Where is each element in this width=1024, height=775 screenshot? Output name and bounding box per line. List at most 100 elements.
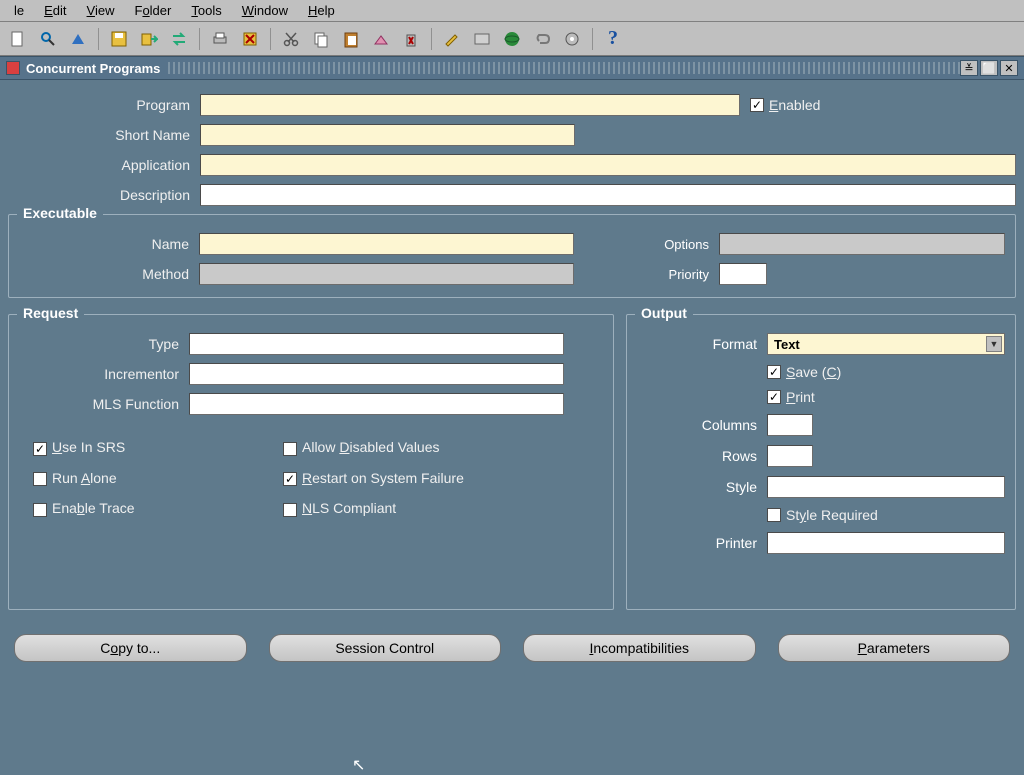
tool-cut-icon[interactable] <box>279 27 303 51</box>
menu-file[interactable]: le <box>4 1 34 20</box>
menu-help[interactable]: Help <box>298 1 345 20</box>
tool-delete-icon[interactable] <box>399 27 423 51</box>
label-nls-compliant[interactable]: NLS Compliant <box>302 500 396 516</box>
group-title-output: Output <box>635 305 693 321</box>
label-out-printer: Printer <box>637 535 767 551</box>
field-req-mls[interactable] <box>189 393 564 415</box>
label-style-required[interactable]: Style Required <box>786 507 878 523</box>
tool-clear-icon[interactable] <box>369 27 393 51</box>
field-columns[interactable] <box>767 414 813 436</box>
toolbar-separator <box>431 28 432 50</box>
checkbox-nls-compliant[interactable] <box>283 503 297 517</box>
label-out-rows: Rows <box>637 448 767 464</box>
label-run-alone[interactable]: Run Alone <box>52 470 117 486</box>
menu-edit[interactable]: Edit <box>34 1 76 20</box>
checkbox-save[interactable] <box>767 365 781 379</box>
field-short-name[interactable] <box>200 124 575 146</box>
toolbar-separator <box>98 28 99 50</box>
label-out-style: Style <box>637 479 767 495</box>
tool-translate-icon[interactable] <box>470 27 494 51</box>
checkbox-style-required[interactable] <box>767 508 781 522</box>
tool-find-icon[interactable] <box>36 27 60 51</box>
tool-paste-icon[interactable] <box>339 27 363 51</box>
window-minimize-icon[interactable]: ≚ <box>960 60 978 76</box>
checkbox-allow-disabled[interactable] <box>283 442 297 456</box>
checkbox-run-alone[interactable] <box>33 472 47 486</box>
menu-view[interactable]: View <box>77 1 125 20</box>
window-close-icon[interactable]: ✕ <box>1000 60 1018 76</box>
menu-folder[interactable]: Folder <box>124 1 181 20</box>
label-program: Program <box>8 97 200 113</box>
checkbox-enabled[interactable] <box>750 98 764 112</box>
toolbar: ? <box>0 22 1024 56</box>
select-format-value: Text <box>774 337 800 352</box>
field-req-type[interactable] <box>189 333 564 355</box>
select-format[interactable]: Text ▼ <box>767 333 1005 355</box>
label-enable-trace[interactable]: Enable Trace <box>52 500 135 516</box>
menu-window[interactable]: Window <box>232 1 298 20</box>
field-exec-name[interactable] <box>199 233 574 255</box>
group-request: Request Type Incrementor MLS Function Us… <box>8 314 614 610</box>
group-executable: Executable Name Options Method Priority <box>8 214 1016 298</box>
label-application: Application <box>8 157 200 173</box>
label-enabled[interactable]: Enabled <box>769 97 820 113</box>
toolbar-separator <box>592 28 593 50</box>
label-description: Description <box>8 187 200 203</box>
field-printer[interactable] <box>767 532 1005 554</box>
label-allow-disabled[interactable]: Allow Disabled Values <box>302 439 440 455</box>
tool-globe-icon[interactable] <box>500 27 524 51</box>
label-out-format: Format <box>637 336 767 352</box>
field-style[interactable] <box>767 476 1005 498</box>
tool-save-icon[interactable] <box>107 27 131 51</box>
tool-print-icon[interactable] <box>208 27 232 51</box>
tool-attach-icon[interactable] <box>530 27 554 51</box>
button-parameters[interactable]: Parameters <box>778 634 1011 662</box>
label-exec-options: Options <box>574 237 719 252</box>
window-titlebar: Concurrent Programs ≚ ⬜ ✕ <box>0 56 1024 80</box>
label-use-in-srs[interactable]: Use In SRS <box>52 439 125 455</box>
field-description[interactable] <box>200 184 1016 206</box>
field-rows[interactable] <box>767 445 813 467</box>
field-application[interactable] <box>200 154 1016 176</box>
label-save[interactable]: Save (C) <box>786 364 841 380</box>
tool-tools-icon[interactable] <box>560 27 584 51</box>
button-session-control[interactable]: Session Control <box>269 634 502 662</box>
field-exec-method[interactable] <box>199 263 574 285</box>
button-incompatibilities[interactable]: Incompatibilities <box>523 634 756 662</box>
checkbox-restart-failure[interactable] <box>283 472 297 486</box>
label-print[interactable]: Print <box>786 389 815 405</box>
tool-close-icon[interactable] <box>238 27 262 51</box>
cursor-icon: ↖ <box>352 755 365 775</box>
button-row: Copy to... Session Control Incompatibili… <box>8 622 1016 674</box>
tool-switch-icon[interactable] <box>167 27 191 51</box>
window-title: Concurrent Programs <box>26 61 160 76</box>
group-title-request: Request <box>17 305 84 321</box>
field-exec-options[interactable] <box>719 233 1005 255</box>
label-req-type: Type <box>19 336 189 352</box>
field-exec-priority[interactable] <box>719 263 767 285</box>
group-title-executable: Executable <box>17 205 103 221</box>
menu-bar: le Edit View Folder Tools Window Help <box>0 0 1024 22</box>
group-output: Output Format Text ▼ Save (C) Print <box>626 314 1016 610</box>
tool-next-step-icon[interactable] <box>137 27 161 51</box>
tool-copy-icon[interactable] <box>309 27 333 51</box>
tool-edit-icon[interactable] <box>440 27 464 51</box>
label-exec-name: Name <box>19 236 199 252</box>
window-icon <box>6 61 20 75</box>
checkbox-enable-trace[interactable] <box>33 503 47 517</box>
tool-new-icon[interactable] <box>6 27 30 51</box>
checkbox-use-in-srs[interactable] <box>33 442 47 456</box>
label-req-mls: MLS Function <box>19 396 189 412</box>
label-restart-failure[interactable]: Restart on System Failure <box>302 470 464 486</box>
field-program[interactable] <box>200 94 740 116</box>
toolbar-separator <box>199 28 200 50</box>
menu-tools[interactable]: Tools <box>181 1 231 20</box>
tool-nav-icon[interactable] <box>66 27 90 51</box>
label-out-columns: Columns <box>637 417 767 433</box>
checkbox-print[interactable] <box>767 390 781 404</box>
tool-help-icon[interactable]: ? <box>601 27 625 51</box>
button-copy-to[interactable]: Copy to... <box>14 634 247 662</box>
window-maximize-icon[interactable]: ⬜ <box>980 60 998 76</box>
titlebar-pattern <box>168 62 960 74</box>
field-req-incrementor[interactable] <box>189 363 564 385</box>
